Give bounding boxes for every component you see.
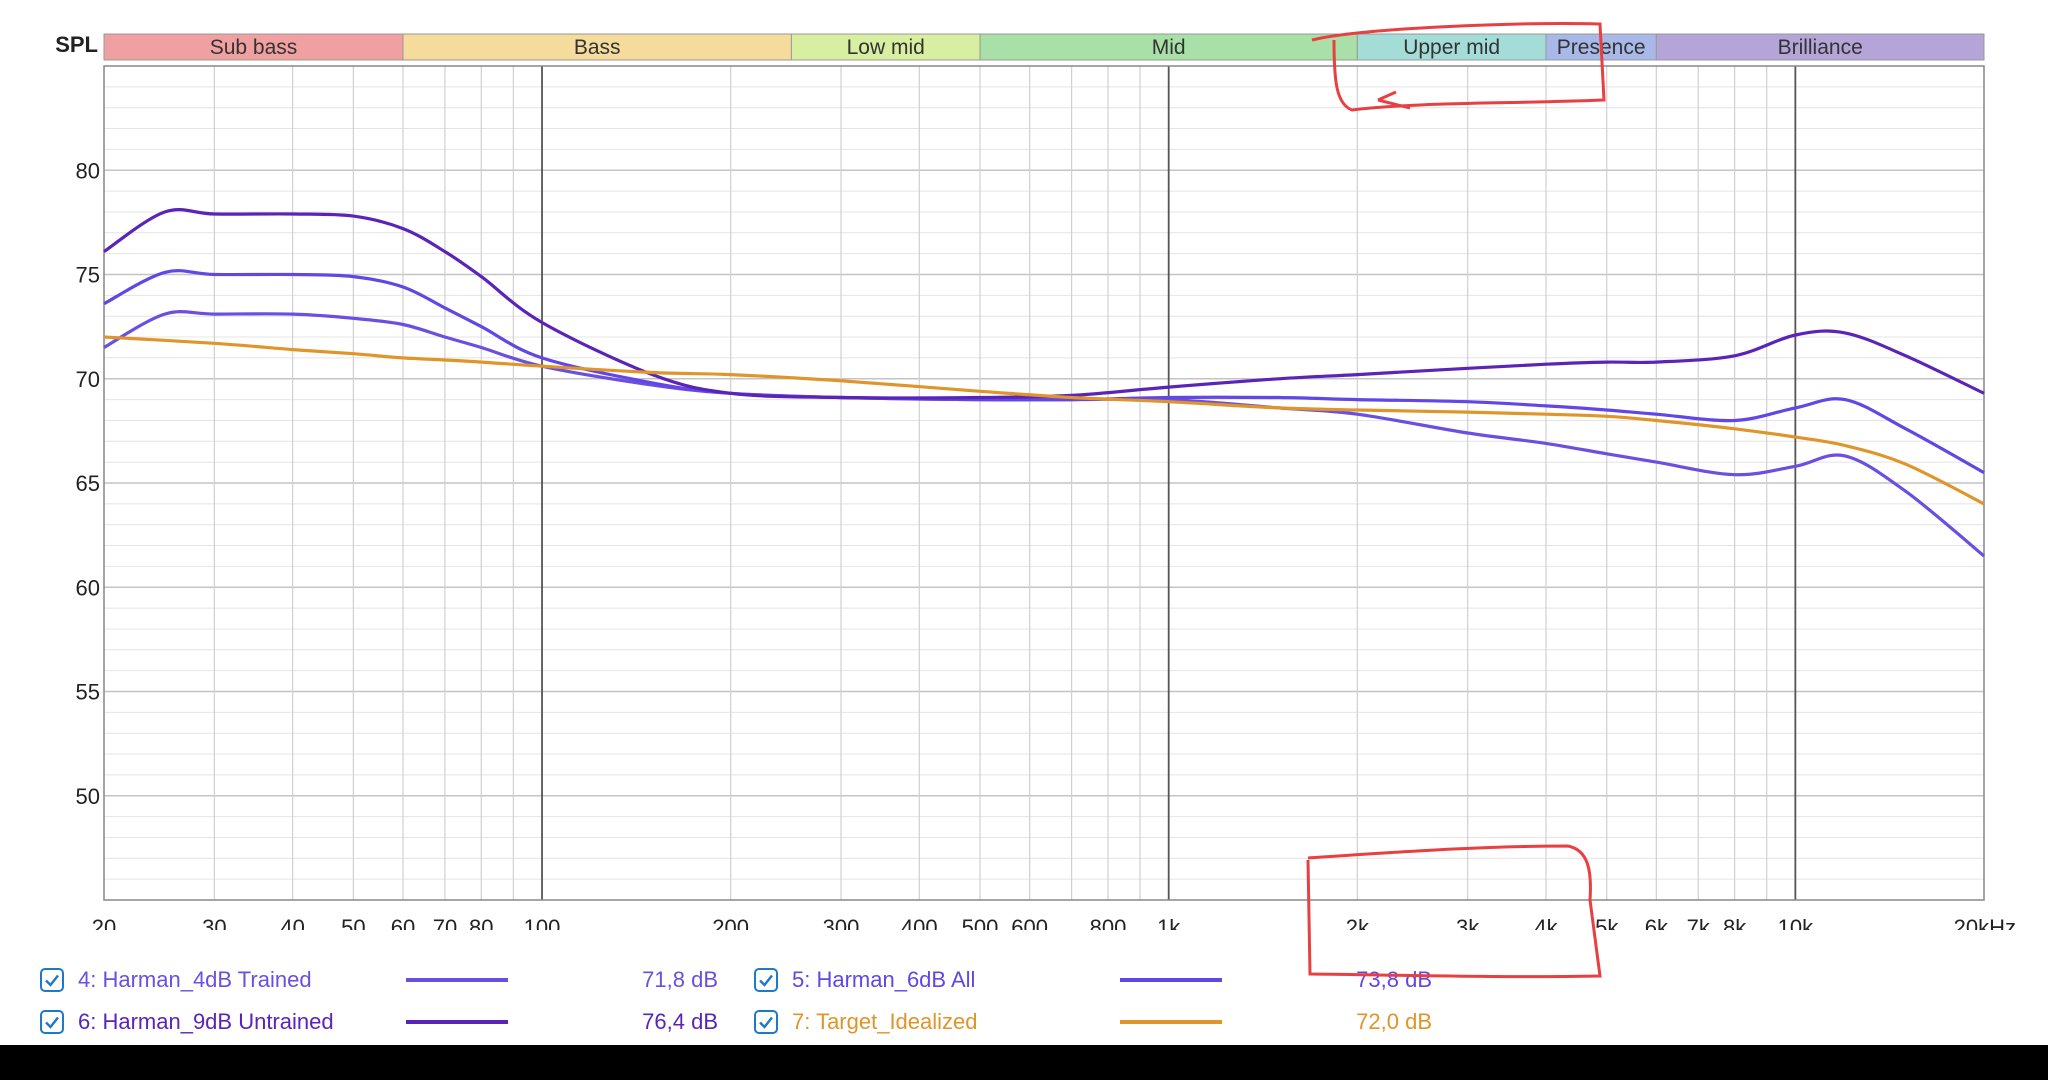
x-tick-label: 60 bbox=[391, 915, 415, 930]
grid bbox=[103, 66, 1985, 900]
checkbox-icon[interactable] bbox=[754, 968, 778, 992]
band-label: Mid bbox=[1152, 36, 1186, 59]
frequency-response-chart[interactable]: Sub bass Bass Low mid Mid Upper mid Presence B… bbox=[0, 0, 2048, 930]
x-tick-label: 80 bbox=[469, 915, 493, 930]
legend-line-swatch bbox=[1120, 1020, 1222, 1024]
band-label: Brilliance bbox=[1778, 36, 1863, 59]
x-tick-label: 800 bbox=[1090, 915, 1127, 930]
checkbox-icon[interactable] bbox=[754, 1010, 778, 1034]
x-tick-label: 1k bbox=[1157, 915, 1181, 930]
series-line-s5 bbox=[103, 269, 1985, 474]
x-tick-label: 40 bbox=[280, 915, 304, 930]
legend-line-swatch bbox=[1120, 978, 1222, 982]
x-tick-label: 600 bbox=[1011, 915, 1048, 930]
legend-label: 5: Harman_6dB All bbox=[792, 967, 976, 992]
y-axis-label: SPL bbox=[55, 32, 98, 57]
x-tick-label: 3k bbox=[1456, 915, 1480, 930]
x-tick-label: 7k bbox=[1687, 915, 1711, 930]
x-tick-label: 70 bbox=[433, 915, 457, 930]
x-tick-label: 500 bbox=[962, 915, 999, 930]
legend-label: 7: Target_Idealized bbox=[792, 1009, 978, 1034]
band-label: Upper mid bbox=[1403, 36, 1500, 59]
legend-item-7[interactable]: 7: Target_Idealized 72,0 dB bbox=[754, 1004, 1454, 1040]
legend-value: 73,8 dB bbox=[1356, 967, 1432, 992]
series-line-s4 bbox=[103, 310, 1986, 558]
legend-line-swatch bbox=[406, 978, 508, 982]
graph-panel: Sub bass Bass Low mid Mid Upper mid Presence B… bbox=[0, 0, 2048, 1045]
x-tick-label: 2k bbox=[1346, 915, 1370, 930]
x-tick-label: 8k bbox=[1723, 915, 1747, 930]
x-tick-labels: 20 30 40 50 60 70 80 100 200 300 400 500 600 800 1k 2k 3… bbox=[92, 915, 2016, 930]
legend-line-swatch bbox=[406, 1020, 508, 1024]
legend-item-4[interactable]: 4: Harman_4dB Trained 71,8 dB bbox=[40, 962, 740, 998]
y-tick-label: 50 bbox=[76, 784, 100, 809]
y-tick-label: 70 bbox=[76, 367, 100, 392]
legend-label: 6: Harman_9dB Untrained bbox=[78, 1009, 334, 1034]
x-tick-label: 6k bbox=[1645, 915, 1669, 930]
band-label: Sub bass bbox=[210, 36, 298, 59]
y-tick-label: 75 bbox=[76, 263, 100, 288]
y-tick-labels: 50 55 60 65 70 75 80 bbox=[76, 158, 100, 809]
y-tick-label: 60 bbox=[76, 575, 100, 600]
legend-value: 76,4 dB bbox=[642, 1009, 718, 1034]
legend-item-5[interactable]: 5: Harman_6dB All 73,8 dB bbox=[754, 962, 1454, 998]
band-label: Presence bbox=[1557, 36, 1646, 59]
y-tick-label: 80 bbox=[76, 158, 100, 183]
legend-value: 72,0 dB bbox=[1356, 1009, 1432, 1034]
x-tick-label: 400 bbox=[901, 915, 938, 930]
x-tick-label: 4k bbox=[1534, 915, 1558, 930]
series-line-s6 bbox=[103, 208, 1985, 400]
legend-item-6[interactable]: 6: Harman_9dB Untrained 76,4 dB bbox=[40, 1004, 740, 1040]
x-tick-label: 50 bbox=[341, 915, 365, 930]
legend-value: 71,8 dB bbox=[642, 967, 718, 992]
x-tick-label: 300 bbox=[823, 915, 860, 930]
legend-label: 4: Harman_4dB Trained bbox=[78, 967, 312, 992]
checkbox-icon[interactable] bbox=[40, 968, 64, 992]
y-tick-label: 65 bbox=[76, 471, 100, 496]
band-label: Low mid bbox=[847, 36, 925, 59]
x-tick-label: 200 bbox=[712, 915, 749, 930]
x-tick-label: 5k bbox=[1595, 915, 1619, 930]
band-label: Bass bbox=[574, 36, 621, 59]
x-tick-label: 10k bbox=[1778, 915, 1814, 930]
checkbox-icon[interactable] bbox=[40, 1010, 64, 1034]
x-tick-label: 30 bbox=[202, 915, 226, 930]
x-tick-label: 20kHz bbox=[1954, 915, 2016, 930]
y-tick-label: 55 bbox=[76, 680, 100, 705]
x-tick-label: 20 bbox=[92, 915, 116, 930]
x-tick-label: 100 bbox=[524, 915, 561, 930]
frequency-bands: Sub bass Bass Low mid Mid Upper mid Presence B… bbox=[103, 33, 1985, 61]
